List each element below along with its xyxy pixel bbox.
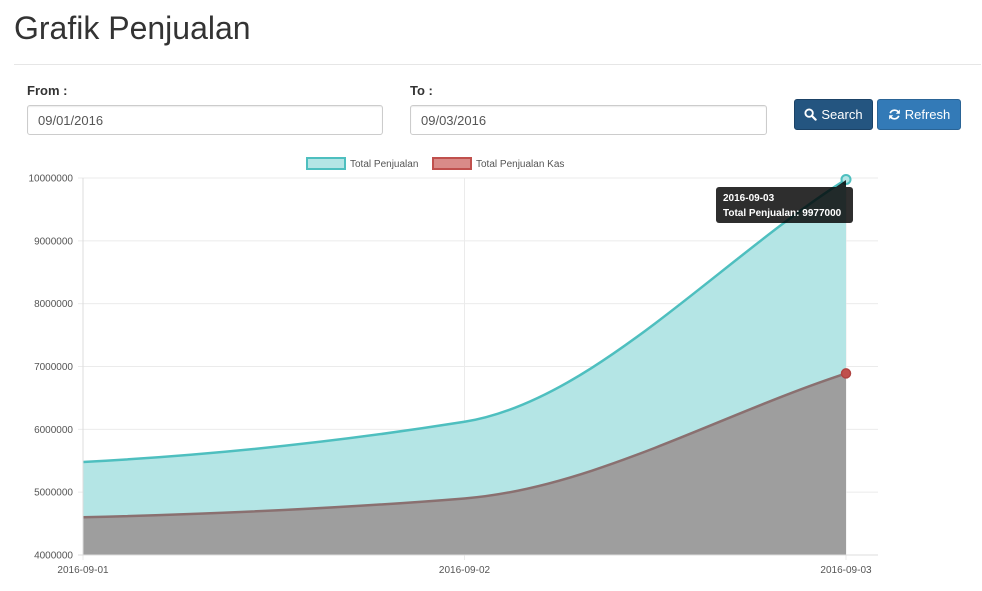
y-tick-label: 4000000: [34, 551, 73, 562]
legend-label: Total Penjualan Kas: [476, 159, 564, 170]
x-tick-label: 2016-09-01: [57, 565, 109, 576]
y-tick-label: 10000000: [29, 174, 74, 185]
refresh-button-label: Refresh: [904, 107, 951, 122]
to-date-input[interactable]: [410, 105, 767, 135]
sales-chart: 4000000 5000000 6000000 7000000 8000000 90000…: [29, 157, 878, 576]
chart-tooltip: 2016-09-03 Total Penjualan: 9977000: [716, 180, 853, 223]
y-tick-label: 5000000: [34, 488, 73, 499]
x-tick-label: 2016-09-02: [439, 565, 491, 576]
tooltip-title: 2016-09-03: [723, 193, 775, 204]
from-date-input[interactable]: [27, 105, 383, 135]
search-button[interactable]: Search: [794, 99, 873, 130]
refresh-button[interactable]: Refresh: [877, 99, 961, 130]
legend-swatch: [306, 157, 346, 170]
legend-label: Total Penjualan: [350, 159, 418, 170]
y-tick-label: 6000000: [34, 425, 73, 436]
legend-swatch: [432, 157, 472, 170]
tooltip-value: Total Penjualan: 9977000: [723, 208, 842, 219]
from-label: From :: [27, 83, 68, 98]
x-tick-label: 2016-09-03: [820, 565, 872, 576]
to-label: To :: [410, 83, 433, 98]
refresh-icon: [888, 108, 901, 121]
y-tick-label: 8000000: [34, 299, 73, 310]
search-icon: [804, 108, 818, 121]
search-button-label: Search: [821, 107, 863, 122]
header-divider: [14, 64, 981, 65]
page-title: Grafik Penjualan: [14, 10, 251, 46]
y-tick-label: 7000000: [34, 362, 73, 373]
y-tick-label: 9000000: [34, 236, 73, 247]
series-total-penjualan-kas-point: [840, 368, 852, 379]
